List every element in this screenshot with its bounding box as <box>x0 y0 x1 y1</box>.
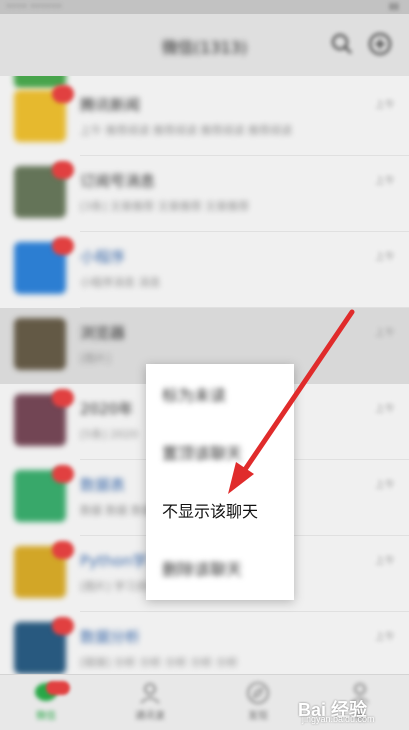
watermark-sub: jingyan.baidu.com <box>302 714 375 724</box>
watermark: Bai 经验 jingyan.baidu.com <box>280 690 406 726</box>
annotation-arrow <box>228 309 355 494</box>
